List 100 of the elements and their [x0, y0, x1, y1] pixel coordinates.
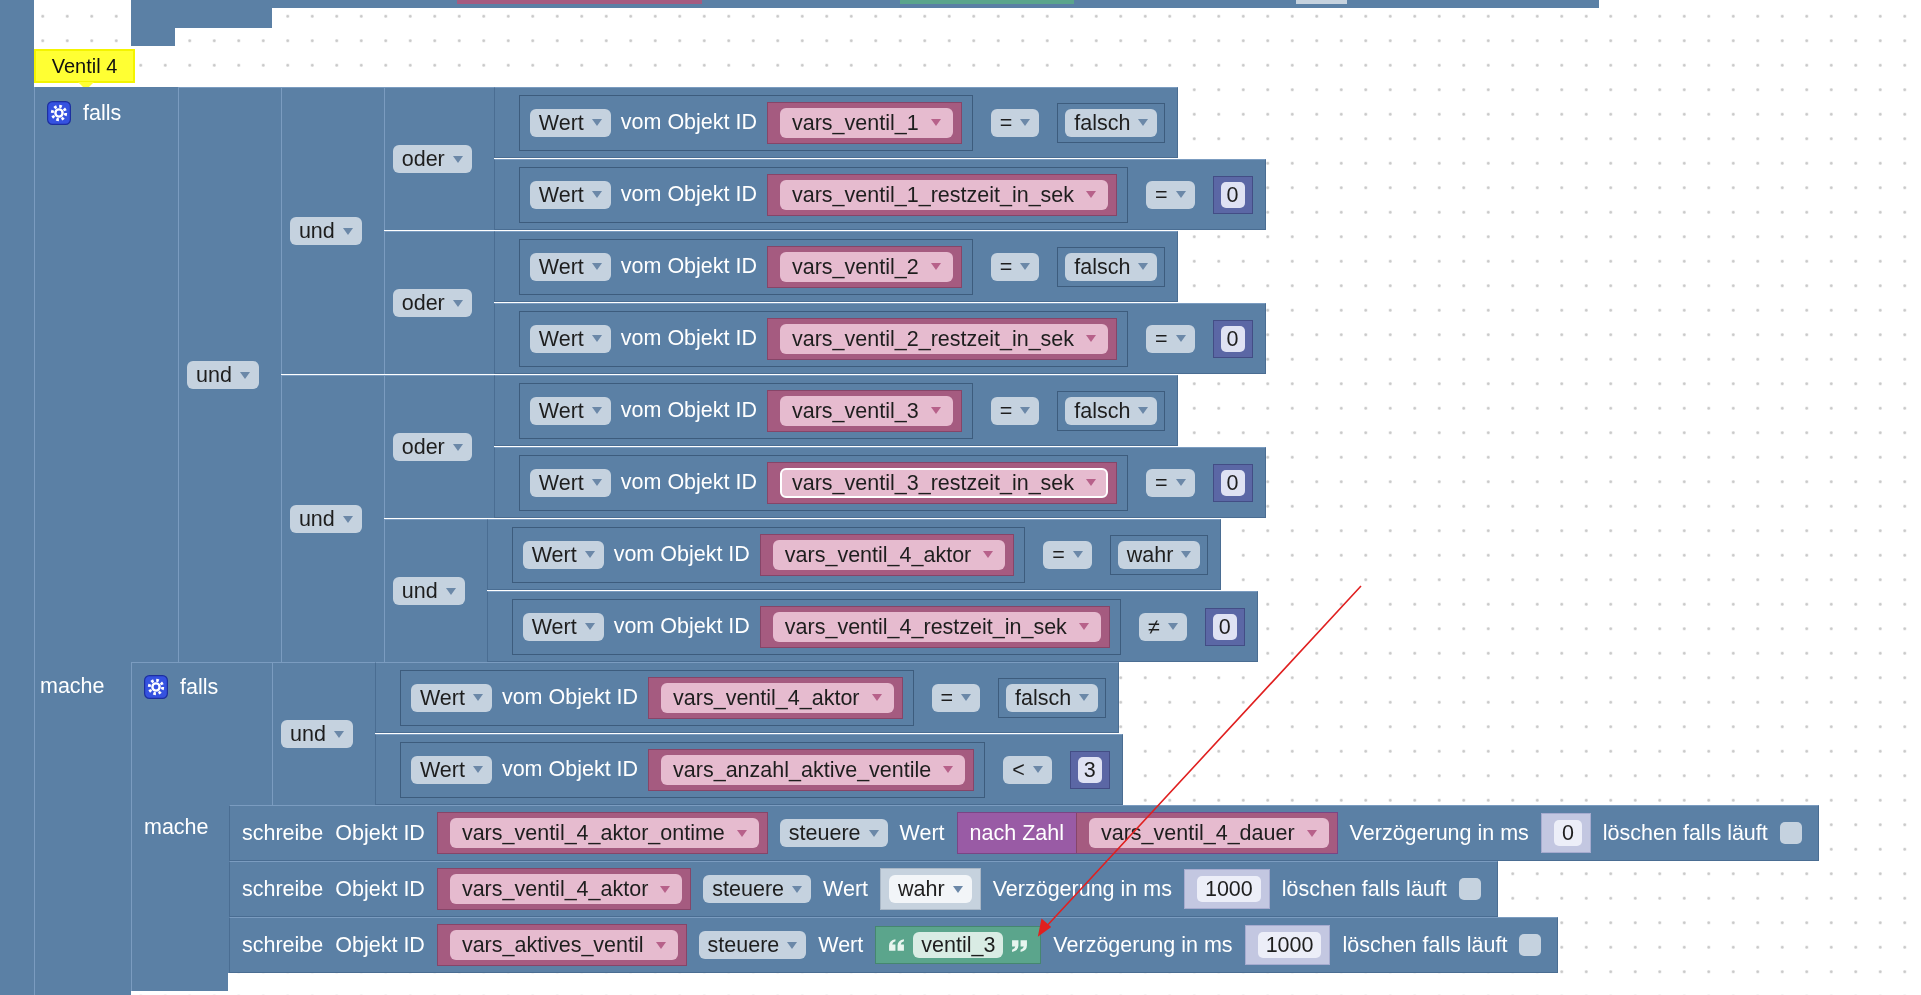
- operator-dropdown[interactable]: =: [1043, 540, 1092, 569]
- number-field[interactable]: 0: [1220, 469, 1245, 496]
- operator-dropdown[interactable]: oder: [392, 145, 472, 173]
- object-id-dropdown[interactable]: vars_ventil_4_aktor: [772, 539, 1006, 570]
- operator-dropdown[interactable]: =: [990, 108, 1040, 137]
- caret-icon: [1181, 551, 1192, 558]
- operator-dropdown[interactable]: =: [990, 252, 1040, 281]
- caret-icon: [1306, 829, 1317, 837]
- caret-icon: [584, 623, 595, 630]
- settings-icon[interactable]: [144, 675, 168, 699]
- operator-dropdown[interactable]: =: [1146, 180, 1195, 209]
- object-id-dropdown[interactable]: vars_ventil_2_restzeit_in_sek: [780, 323, 1109, 354]
- object-id-dropdown[interactable]: vars_ventil_1: [780, 107, 953, 138]
- operator-dropdown[interactable]: und: [392, 577, 465, 605]
- mode-dropdown[interactable]: steuere: [698, 931, 807, 959]
- number-field[interactable]: 0: [1220, 181, 1245, 208]
- object-id-dropdown[interactable]: vars_ventil_4_aktor: [449, 874, 683, 904]
- block-label: falls: [83, 101, 122, 126]
- number-field[interactable]: 0: [1212, 613, 1237, 640]
- attribute-dropdown[interactable]: Wert: [529, 180, 611, 209]
- attribute-dropdown[interactable]: Wert: [529, 468, 611, 497]
- object-id-dropdown[interactable]: vars_ventil_4_aktor_ontime: [449, 818, 759, 848]
- operator-dropdown[interactable]: =: [1146, 324, 1195, 353]
- caret-icon: [1138, 263, 1149, 270]
- attribute-dropdown[interactable]: Wert: [529, 252, 611, 281]
- number-field[interactable]: 0: [1553, 820, 1582, 846]
- boolean-dropdown[interactable]: falsch: [1065, 396, 1158, 425]
- attribute-dropdown[interactable]: Wert: [410, 683, 492, 712]
- block-label: vom Objekt ID: [620, 182, 757, 207]
- caret-icon: [1175, 479, 1186, 486]
- operator-dropdown[interactable]: und: [187, 361, 259, 389]
- object-id-dropdown[interactable]: vars_ventil_3: [780, 395, 953, 426]
- caret-icon: [1072, 551, 1083, 558]
- block-label: vom Objekt ID: [620, 110, 757, 135]
- block-label: Objekt ID: [335, 820, 425, 846]
- block-label: löschen falls läuft: [1602, 820, 1768, 846]
- number-field[interactable]: 0: [1220, 325, 1245, 352]
- boolean-dropdown[interactable]: falsch: [1006, 683, 1099, 712]
- caret-icon: [1020, 407, 1031, 414]
- mode-dropdown[interactable]: steuere: [779, 819, 888, 847]
- block-label: Wert: [899, 820, 945, 846]
- operator-dropdown[interactable]: und: [289, 505, 362, 533]
- object-id-dropdown[interactable]: vars_ventil_3_restzeit_in_sek: [780, 467, 1109, 498]
- caret-icon: [983, 551, 994, 558]
- operator-dropdown[interactable]: ≠: [1138, 612, 1187, 641]
- attribute-dropdown[interactable]: Wert: [522, 612, 604, 641]
- caret-icon: [1175, 191, 1186, 198]
- checkbox[interactable]: [1779, 822, 1802, 844]
- caret-icon: [787, 941, 798, 949]
- operator-dropdown[interactable]: oder: [392, 289, 472, 317]
- attribute-dropdown[interactable]: Wert: [529, 108, 611, 137]
- attribute-dropdown[interactable]: Wert: [529, 324, 611, 353]
- object-id-dropdown[interactable]: vars_ventil_4_restzeit_in_sek: [772, 611, 1101, 642]
- caret-icon: [445, 587, 456, 595]
- mode-dropdown[interactable]: steuere: [703, 875, 812, 903]
- block-label: vom Objekt ID: [613, 614, 750, 639]
- block-label: löschen falls läuft: [1281, 876, 1447, 902]
- caret-icon: [342, 515, 353, 523]
- boolean-dropdown[interactable]: falsch: [1065, 252, 1158, 281]
- object-id-dropdown[interactable]: vars_aktives_ventil: [449, 930, 678, 960]
- operator-dropdown[interactable]: =: [931, 683, 981, 712]
- text-field[interactable]: ventil_3: [913, 932, 1004, 958]
- boolean-dropdown[interactable]: wahr: [1117, 540, 1201, 569]
- operator-dropdown[interactable]: =: [990, 396, 1040, 425]
- block-label: vom Objekt ID: [501, 757, 639, 782]
- block-label: vom Objekt ID: [620, 254, 757, 279]
- number-field[interactable]: 3: [1077, 756, 1102, 783]
- quote-icon: [888, 938, 906, 952]
- operator-dropdown[interactable]: =: [1146, 468, 1195, 497]
- operator-dropdown[interactable]: <: [1003, 755, 1052, 784]
- attribute-dropdown[interactable]: Wert: [529, 396, 611, 425]
- operator-dropdown[interactable]: oder: [392, 433, 472, 461]
- caret-icon: [1079, 694, 1090, 701]
- number-field[interactable]: 1000: [1257, 932, 1322, 958]
- operator-dropdown[interactable]: und: [289, 217, 362, 245]
- settings-icon[interactable]: [47, 101, 71, 125]
- operator-dropdown[interactable]: und: [281, 720, 353, 748]
- object-id-dropdown[interactable]: vars_anzahl_aktive_ventile: [661, 754, 966, 785]
- caret-icon: [584, 551, 595, 558]
- caret-icon: [452, 299, 463, 307]
- caret-icon: [871, 694, 882, 701]
- attribute-dropdown[interactable]: Wert: [522, 540, 604, 569]
- caret-icon: [961, 694, 972, 701]
- block-label: mache: [144, 815, 209, 840]
- caret-icon: [1078, 623, 1089, 630]
- object-id-dropdown[interactable]: vars_ventil_4_aktor: [661, 682, 894, 713]
- caret-icon: [792, 885, 803, 893]
- boolean-dropdown[interactable]: falsch: [1065, 108, 1158, 137]
- object-id-dropdown[interactable]: vars_ventil_1_restzeit_in_sek: [780, 179, 1109, 210]
- block-label: vom Objekt ID: [620, 470, 757, 495]
- boolean-dropdown[interactable]: wahr: [889, 875, 972, 903]
- checkbox[interactable]: [1458, 878, 1481, 900]
- caret-icon: [1175, 335, 1186, 342]
- block-label: schreibe: [242, 932, 324, 958]
- block-label: schreibe: [242, 876, 324, 902]
- attribute-dropdown[interactable]: Wert: [410, 755, 492, 784]
- number-field[interactable]: 1000: [1196, 876, 1261, 902]
- object-id-dropdown[interactable]: vars_ventil_2: [780, 251, 953, 282]
- caret-icon: [472, 694, 483, 701]
- checkbox[interactable]: [1519, 934, 1542, 956]
